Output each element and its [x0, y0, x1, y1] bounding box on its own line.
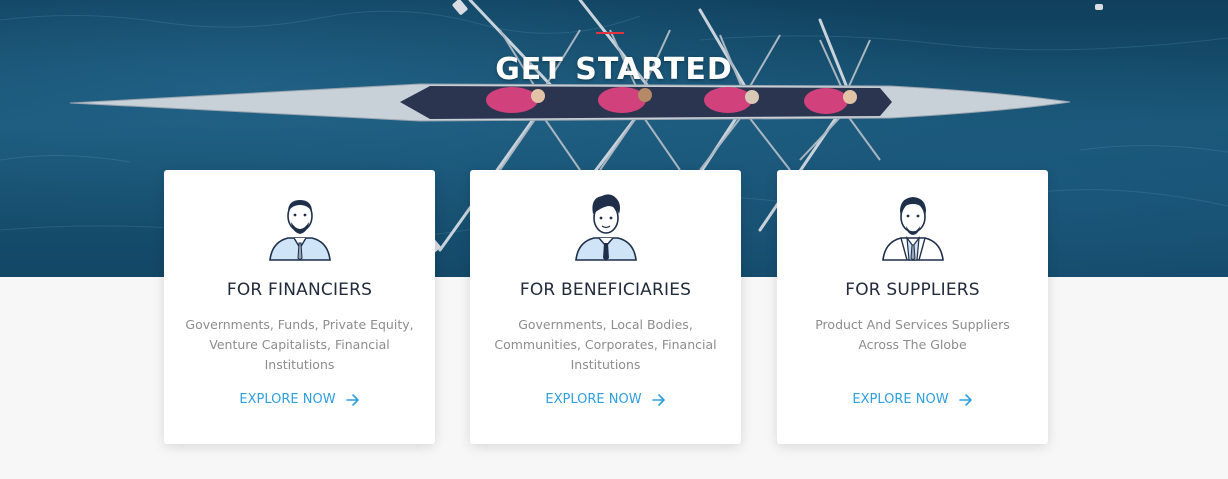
card-description: Product And Services Suppliers Across Th…	[815, 317, 1010, 352]
card-title: FOR BENEFICIARIES	[519, 280, 692, 300]
financiers-card: FOR FINANCIERS Governments, Funds, Priva…	[164, 170, 435, 444]
supplier-avatar-icon	[882, 197, 944, 261]
card-description: Governments, Local Bodies, Communities, …	[494, 317, 717, 372]
explore-beneficiaries-link[interactable]: EXPLORE NOW	[470, 392, 741, 407]
financier-avatar-icon	[269, 200, 331, 261]
arrow-right-icon	[958, 393, 972, 406]
arrow-right-icon	[345, 393, 359, 406]
card-title: FOR FINANCIERS	[226, 280, 373, 300]
suppliers-card: FOR SUPPLIERS Product And Services Suppl…	[777, 170, 1048, 444]
explore-link-label: EXPLORE NOW	[852, 392, 949, 407]
explore-link-label: EXPLORE NOW	[545, 392, 642, 407]
card-description: Governments, Funds, Private Equity, Vent…	[185, 317, 414, 372]
page-title: GET STARTED	[495, 52, 733, 87]
explore-link-label: EXPLORE NOW	[239, 392, 336, 407]
beneficiary-avatar-icon	[575, 194, 637, 261]
beneficiaries-card: FOR BENEFICIARIES Governments, Local Bod…	[470, 170, 741, 444]
arrow-right-icon	[651, 393, 665, 406]
explore-suppliers-link[interactable]: EXPLORE NOW	[777, 392, 1048, 407]
card-title: FOR SUPPLIERS	[845, 280, 980, 300]
explore-financiers-link[interactable]: EXPLORE NOW	[164, 392, 435, 407]
title-accent-line	[596, 32, 624, 34]
